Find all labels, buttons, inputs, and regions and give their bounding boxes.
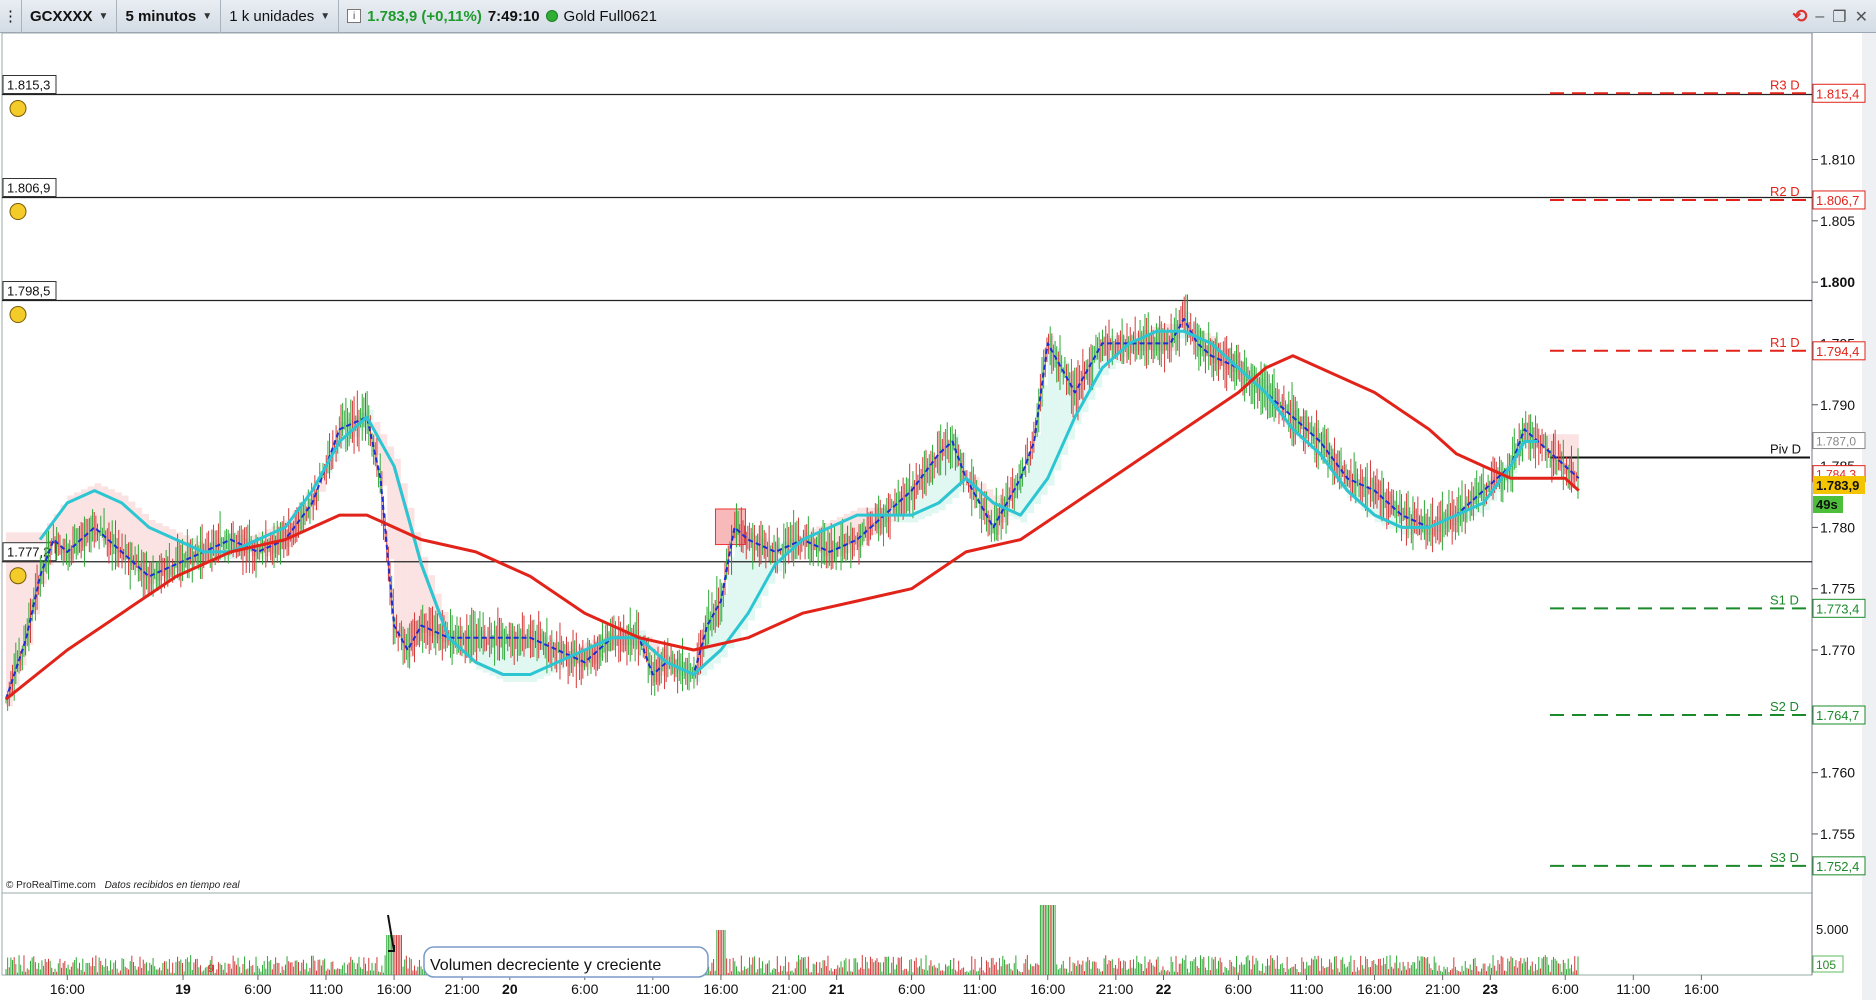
x-tick-label: 21:00 (1425, 981, 1460, 997)
side-price-label: 1.787,0 (1816, 435, 1856, 449)
pivot-name: R3 D (1770, 77, 1800, 92)
feed-name: Gold Full0621 (563, 7, 657, 25)
pivot-name: R1 D (1770, 335, 1800, 350)
price-info-group: i 1.783,9 (+0,11%) 7:49:10 Gold Full0621 (339, 0, 665, 33)
line-price-label: 1.777,2 (7, 545, 50, 560)
instrument-selector[interactable]: GCXXXX ▼ (22, 0, 118, 33)
pivot-price-label: 1.815,4 (1816, 86, 1859, 101)
chart-area[interactable]: 1.8101.8051.8001.7951.7901.7851.7801.775… (0, 33, 1876, 1000)
x-tick-label: 6:00 (1552, 981, 1579, 997)
x-tick-label: 20 (502, 981, 518, 997)
window-controls: ⟲ – ❐ ✕ (1792, 0, 1868, 33)
bell-icon (9, 100, 27, 118)
line-price-label: 1.806,9 (7, 181, 50, 196)
y-tick-label: 1.805 (1820, 213, 1855, 229)
volume-axis-tick: 5.000 (1816, 922, 1849, 937)
x-tick-label: 6:00 (571, 981, 598, 997)
x-tick-label: 16:00 (1357, 981, 1392, 997)
pivot-price-label: 1.764,7 (1816, 708, 1859, 723)
bell-icon (9, 567, 27, 585)
restore-icon[interactable]: ❐ (1832, 7, 1846, 27)
x-tick-label: 21:00 (771, 981, 806, 997)
time-axis[interactable]: 16:00 19 6:00 11:00 16:00 21:00 20 6:00 11:00 16:… (50, 975, 1719, 997)
line-price-label: 1.815,3 (7, 78, 50, 93)
y-tick-label: 1.775 (1820, 581, 1855, 597)
svg-text:© ProRealTime.com Datos re: © ProRealTime.com Datos recibidos en tie… (6, 880, 240, 891)
price-change: 1.783,9 (+0,11%) (367, 7, 482, 25)
sync-icon[interactable]: ⟲ (1792, 6, 1807, 27)
x-tick-label: 6:00 (1225, 981, 1252, 997)
x-tick-label: 23 (1483, 981, 1499, 997)
x-tick-label: 11:00 (1289, 981, 1323, 997)
instrument-label: GCXXXX (30, 7, 93, 25)
x-tick-label: 6:00 (898, 981, 925, 997)
bar-countdown: 49s (1816, 497, 1838, 512)
x-tick-label: 11:00 (309, 981, 343, 997)
y-tick-label: 1.790 (1820, 397, 1855, 413)
line-price-label: 1.798,5 (7, 284, 50, 299)
pivot-name: S2 D (1770, 699, 1799, 714)
pivot-price-label: 1.806,7 (1816, 193, 1859, 208)
footer-brand: © ProRealTime.com (6, 880, 96, 891)
x-tick-label: 22 (1156, 981, 1172, 997)
x-tick-label: 11:00 (963, 981, 997, 997)
status-dot-icon (545, 10, 558, 22)
volume-last: 105 (1816, 958, 1836, 972)
bell-icon (9, 203, 27, 221)
pivot-name: R2 D (1770, 184, 1800, 199)
chart-toolbar: ⋮ GCXXXX ▼ 5 minutos ▼ 1 k unidades ▼ i … (0, 0, 1876, 33)
x-tick-label: 21 (829, 981, 845, 997)
x-tick-label: 21:00 (1098, 981, 1133, 997)
y-tick-label: 1.770 (1820, 642, 1855, 658)
chevron-down-icon: ▼ (320, 10, 331, 22)
pivot-name: S1 D (1770, 592, 1799, 607)
chevron-down-icon: ▼ (202, 10, 213, 22)
y-tick-label: 1.810 (1820, 151, 1855, 167)
pivot-name: Piv D (1770, 441, 1801, 456)
x-tick-label: 16:00 (1030, 981, 1065, 997)
clock-time: 7:49:10 (487, 7, 540, 25)
footer-note: Datos recibidos en tiempo real (105, 880, 241, 891)
y-tick-label: 1.780 (1820, 519, 1855, 535)
chevron-down-icon: ▼ (98, 10, 109, 22)
y-tick-label: 1.755 (1820, 826, 1855, 842)
units-label: 1 k unidades (229, 7, 315, 25)
signal-digit: 9 (208, 963, 214, 975)
minimize-icon[interactable]: – (1815, 8, 1824, 26)
pivot-price-label: 1.773,4 (1816, 601, 1859, 616)
info-icon[interactable]: i (347, 9, 362, 23)
x-tick-label: 6:00 (244, 981, 271, 997)
right-scrollbar[interactable] (1862, 33, 1876, 1000)
bell-icon (9, 306, 27, 324)
price-panel[interactable] (1, 33, 1813, 894)
last-price: 1.783,9 (1816, 478, 1859, 493)
close-icon[interactable]: ✕ (1855, 7, 1868, 27)
x-tick-label: 21:00 (445, 981, 480, 997)
volume-panel[interactable] (1, 892, 1813, 976)
y-tick-label: 1.800 (1820, 274, 1855, 290)
grip-icon[interactable]: ⋮ (0, 0, 22, 33)
pivot-price-label: 1.752,4 (1816, 859, 1859, 874)
x-tick-label: 11:00 (636, 981, 670, 997)
timeframe-label: 5 minutos (125, 7, 197, 25)
x-tick-label: 16:00 (1684, 981, 1719, 997)
x-tick-label: 11:00 (1616, 981, 1650, 997)
timeframe-selector[interactable]: 5 minutos ▼ (117, 0, 222, 33)
pivot-price-label: 1.794,4 (1816, 344, 1859, 359)
y-tick-label: 1.760 (1820, 765, 1855, 781)
x-tick-label: 19 (175, 981, 191, 997)
volume-annotation: Volumen decreciente y creciente (430, 957, 661, 974)
pivot-name: S3 D (1770, 850, 1799, 865)
x-tick-label: 16:00 (377, 981, 412, 997)
units-selector[interactable]: 1 k unidades ▼ (221, 0, 340, 33)
x-tick-label: 16:00 (703, 981, 738, 997)
x-tick-label: 16:00 (50, 981, 85, 997)
